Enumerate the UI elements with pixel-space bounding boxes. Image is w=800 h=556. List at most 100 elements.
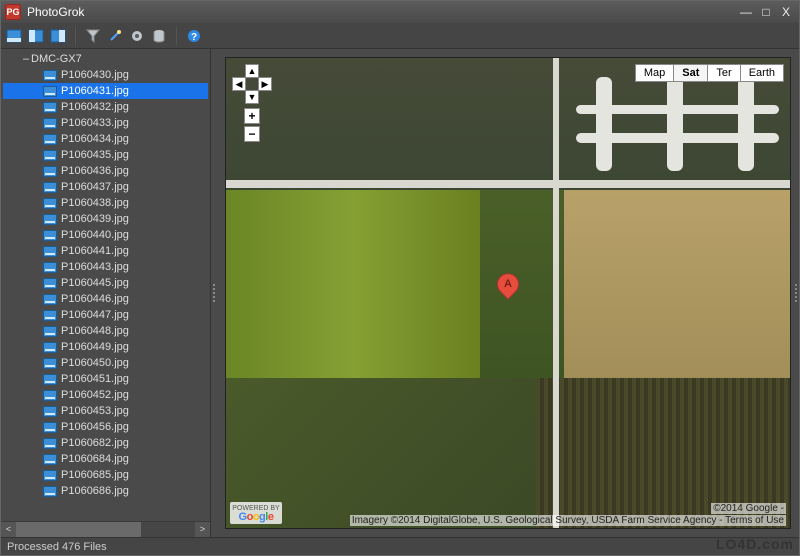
tree-file-item[interactable]: P1060438.jpg	[3, 195, 208, 211]
file-label: P1060434.jpg	[61, 133, 129, 145]
tree-file-item[interactable]: P1060432.jpg	[3, 99, 208, 115]
pan-control: ▲ ▼ ◀ ▶	[232, 64, 272, 104]
map-type-earth[interactable]: Earth	[740, 64, 784, 82]
right-splitter-handle[interactable]	[793, 284, 799, 302]
pan-left-button[interactable]: ◀	[232, 77, 246, 91]
tree-file-item[interactable]: P1060440.jpg	[3, 227, 208, 243]
tree-file-item[interactable]: P1060431.jpg	[3, 83, 208, 99]
tree-file-item[interactable]: P1060435.jpg	[3, 147, 208, 163]
expander-icon[interactable]: –	[21, 53, 31, 65]
tree-file-item[interactable]: P1060456.jpg	[3, 419, 208, 435]
folder-label: DMC-GX7	[31, 53, 82, 65]
file-label: P1060439.jpg	[61, 213, 129, 225]
image-file-icon	[43, 230, 57, 241]
file-label: P1060431.jpg	[61, 85, 129, 97]
tree-file-item[interactable]: P1060452.jpg	[3, 387, 208, 403]
scroll-track[interactable]	[16, 522, 195, 537]
image-file-icon	[43, 70, 57, 81]
map-type-map[interactable]: Map	[635, 64, 674, 82]
image-file-icon	[43, 198, 57, 209]
image-file-icon	[43, 294, 57, 305]
tree-file-item[interactable]: P1060430.jpg	[3, 67, 208, 83]
image-file-icon	[43, 150, 57, 161]
minimize-button[interactable]: —	[737, 5, 755, 19]
help-icon[interactable]: ?	[185, 27, 203, 45]
tree-file-item[interactable]: P1060682.jpg	[3, 435, 208, 451]
pan-up-button[interactable]: ▲	[245, 64, 259, 78]
map-nav-controls: ▲ ▼ ◀ ▶ + −	[232, 64, 272, 144]
image-file-icon	[43, 486, 57, 497]
wand-icon[interactable]	[106, 27, 124, 45]
filter-icon[interactable]	[84, 27, 102, 45]
window1-icon[interactable]	[5, 27, 23, 45]
tree-file-item[interactable]: P1060450.jpg	[3, 355, 208, 371]
map-marker-a[interactable]: A	[497, 273, 519, 295]
file-label: P1060437.jpg	[61, 181, 129, 193]
titlebar[interactable]: PG PhotoGrok — □ X	[1, 1, 799, 23]
tree-folder-root[interactable]: – DMC-GX7	[3, 51, 208, 67]
file-label: P1060438.jpg	[61, 197, 129, 209]
file-label: P1060449.jpg	[61, 341, 129, 353]
scroll-right-button[interactable]: >	[195, 522, 210, 537]
tree-file-item[interactable]: P1060447.jpg	[3, 307, 208, 323]
tree-file-item[interactable]: P1060433.jpg	[3, 115, 208, 131]
image-file-icon	[43, 358, 57, 369]
maximize-button[interactable]: □	[757, 5, 775, 19]
image-file-icon	[43, 454, 57, 465]
statusbar: Processed 476 Files	[1, 537, 799, 555]
tree-file-item[interactable]: P1060441.jpg	[3, 243, 208, 259]
tree-file-item[interactable]: P1060686.jpg	[3, 483, 208, 499]
image-file-icon	[43, 310, 57, 321]
scroll-left-button[interactable]: <	[1, 522, 16, 537]
database-icon[interactable]	[150, 27, 168, 45]
zoom-control: + −	[244, 108, 272, 142]
tree-file-item[interactable]: P1060443.jpg	[3, 259, 208, 275]
image-file-icon	[43, 422, 57, 433]
window2-icon[interactable]	[27, 27, 45, 45]
tree-file-item[interactable]: P1060434.jpg	[3, 131, 208, 147]
file-label: P1060456.jpg	[61, 421, 129, 433]
tree-file-item[interactable]: P1060439.jpg	[3, 211, 208, 227]
image-file-icon	[43, 134, 57, 145]
status-text: Processed 476 Files	[7, 541, 107, 553]
gear-icon[interactable]	[128, 27, 146, 45]
tree-file-item[interactable]: P1060437.jpg	[3, 179, 208, 195]
file-label: P1060450.jpg	[61, 357, 129, 369]
zoom-out-button[interactable]: −	[244, 126, 260, 142]
toolbar: ?	[1, 23, 799, 49]
image-file-icon	[43, 390, 57, 401]
image-file-icon	[43, 406, 57, 417]
tree-file-item[interactable]: P1060445.jpg	[3, 275, 208, 291]
image-file-icon	[43, 182, 57, 193]
tree-file-item[interactable]: P1060449.jpg	[3, 339, 208, 355]
map-attribution: Imagery ©2014 DigitalGlobe, U.S. Geologi…	[350, 515, 786, 526]
tree-file-item[interactable]: P1060436.jpg	[3, 163, 208, 179]
file-label: P1060441.jpg	[61, 245, 129, 257]
toolbar-divider-2	[176, 27, 177, 45]
close-button[interactable]: X	[777, 5, 795, 19]
image-file-icon	[43, 374, 57, 385]
map-view[interactable]: A ▲ ▼ ◀ ▶ + − MapSatTerEarth	[225, 57, 791, 529]
toolbar-divider	[75, 27, 76, 45]
image-file-icon	[43, 118, 57, 129]
zoom-in-button[interactable]: +	[244, 108, 260, 124]
scroll-thumb[interactable]	[16, 522, 141, 537]
google-logo: Google	[239, 512, 274, 523]
sidebar-hscrollbar[interactable]: < >	[1, 521, 210, 537]
tree-file-item[interactable]: P1060453.jpg	[3, 403, 208, 419]
file-label: P1060430.jpg	[61, 69, 129, 81]
pan-right-button[interactable]: ▶	[258, 77, 272, 91]
map-type-ter[interactable]: Ter	[707, 64, 740, 82]
file-tree[interactable]: – DMC-GX7 P1060430.jpg P1060431.jpg P106043…	[1, 49, 210, 521]
file-label: P1060432.jpg	[61, 101, 129, 113]
tree-file-item[interactable]: P1060448.jpg	[3, 323, 208, 339]
tree-file-item[interactable]: P1060684.jpg	[3, 451, 208, 467]
tree-file-item[interactable]: P1060446.jpg	[3, 291, 208, 307]
tree-file-item[interactable]: P1060685.jpg	[3, 467, 208, 483]
file-label: P1060433.jpg	[61, 117, 129, 129]
tree-file-item[interactable]: P1060451.jpg	[3, 371, 208, 387]
map-type-sat[interactable]: Sat	[673, 64, 708, 82]
file-label: P1060686.jpg	[61, 485, 129, 497]
window3-icon[interactable]	[49, 27, 67, 45]
pan-down-button[interactable]: ▼	[245, 90, 259, 104]
